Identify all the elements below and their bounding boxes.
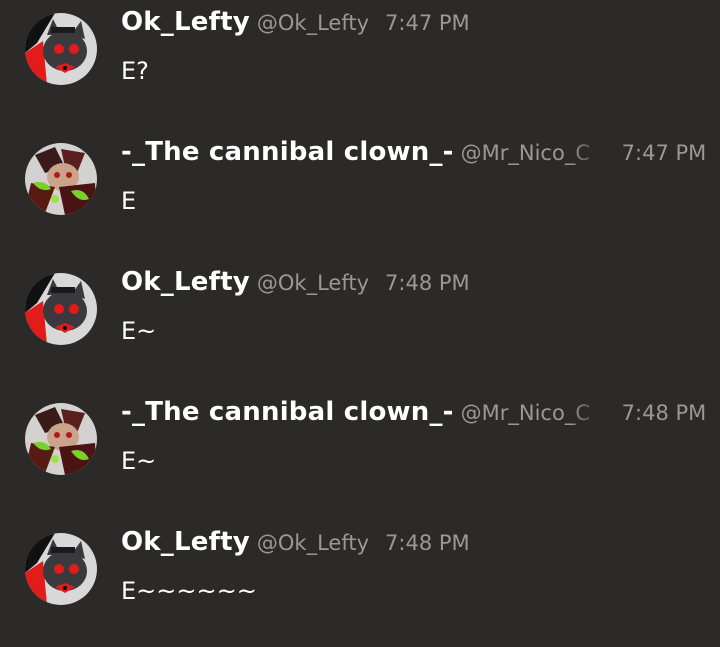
lefty-avatar[interactable]: [25, 13, 97, 85]
username[interactable]: Ok_Lefty: [121, 7, 250, 37]
timestamp: 7:48 PM: [621, 401, 707, 425]
message-header: Ok_Lefty @Ok_Lefty 7:47 PM: [121, 7, 720, 47]
username[interactable]: Ok_Lefty: [121, 527, 250, 557]
chat-message: Ok_Lefty @Ok_Lefty 7:48 PM E~: [0, 267, 720, 387]
chat-message: -_The cannibal clown_- @Mr_Nico_C 7:47 P…: [0, 137, 720, 257]
message-text: E: [121, 187, 137, 215]
timestamp: 7:48 PM: [385, 271, 470, 295]
user-handle: @Mr_Nico_C: [460, 141, 590, 165]
chat-message: Ok_Lefty @Ok_Lefty 7:47 PM E?: [0, 7, 720, 127]
clown-avatar[interactable]: [25, 403, 97, 475]
message-header: Ok_Lefty @Ok_Lefty 7:48 PM: [121, 267, 720, 307]
message-text: E?: [121, 57, 149, 85]
username[interactable]: -_The cannibal clown_-: [121, 397, 454, 427]
lefty-avatar[interactable]: [25, 533, 97, 605]
timestamp: 7:47 PM: [385, 11, 470, 35]
message-text: E~~~~~~: [121, 577, 257, 605]
message-text: E~: [121, 317, 157, 345]
user-handle: @Ok_Lefty: [256, 531, 370, 555]
message-header: -_The cannibal clown_- @Mr_Nico_C 7:47 P…: [121, 137, 720, 177]
username[interactable]: Ok_Lefty: [121, 267, 250, 297]
timestamp: 7:48 PM: [385, 531, 470, 555]
message-text: E~: [121, 447, 157, 475]
user-handle: @Mr_Nico_C: [460, 401, 590, 425]
message-header: -_The cannibal clown_- @Mr_Nico_C 7:48 P…: [121, 397, 720, 437]
timestamp: 7:47 PM: [621, 141, 707, 165]
user-handle: @Ok_Lefty: [256, 11, 370, 35]
chat-message: Ok_Lefty @Ok_Lefty 7:48 PM E~~~~~~: [0, 527, 720, 647]
user-handle: @Ok_Lefty: [256, 271, 370, 295]
message-header: Ok_Lefty @Ok_Lefty 7:48 PM: [121, 527, 720, 567]
clown-avatar[interactable]: [25, 143, 97, 215]
username[interactable]: -_The cannibal clown_-: [121, 137, 454, 167]
lefty-avatar[interactable]: [25, 273, 97, 345]
chat-message: -_The cannibal clown_- @Mr_Nico_C 7:48 P…: [0, 397, 720, 517]
